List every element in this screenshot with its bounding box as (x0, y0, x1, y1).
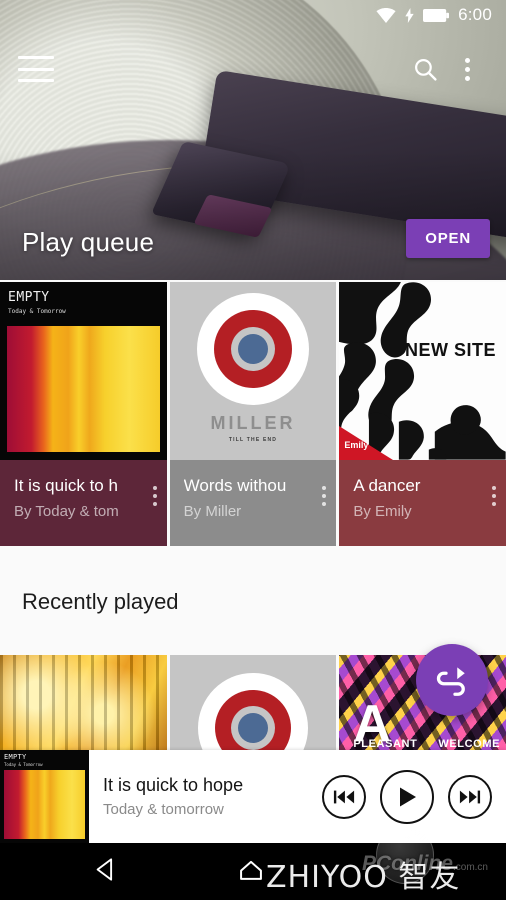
page-title: Play queue (22, 227, 155, 257)
hero-scrim (0, 150, 506, 280)
recent-item[interactable] (169, 655, 337, 750)
card-overflow-button[interactable] (152, 486, 157, 506)
search-button[interactable] (404, 48, 446, 90)
home-icon (240, 860, 262, 880)
artist-corner-tag: Emily (339, 426, 394, 460)
recent-item-label-left: PLEASANT (353, 738, 418, 750)
skip-next-icon (459, 790, 481, 803)
queue-card-row: EMPTY Today & Tomorrow It is quick to h … (0, 282, 506, 546)
card-meta: Words withou By Miller (169, 460, 337, 546)
now-playing-artist: Today & tomorrow (103, 801, 224, 818)
watermark-zhiyoo: ZHIYOO 智友 (266, 860, 461, 895)
album-art-title: EMPTY (8, 290, 50, 305)
card-subtitle: By Today & tom (14, 503, 119, 520)
mini-artwork-title: EMPTY (4, 753, 27, 761)
mini-artwork-bars (4, 770, 85, 839)
album-art-newsite: NEW SITE Emily (339, 282, 506, 460)
kebab-menu-icon (464, 57, 470, 81)
mini-player-info: It is quick to hope Today & tomorrow (89, 775, 322, 818)
shuffle-fab-button[interactable] (416, 644, 488, 716)
app-bar (0, 40, 506, 98)
charging-bolt-icon (405, 7, 414, 23)
now-playing-title: It is quick to hope (103, 775, 244, 795)
section-title: Recently played (22, 589, 179, 614)
artist-corner-tag-label: Emily (344, 440, 369, 450)
bullseye-graphic (197, 293, 309, 405)
shuffle-icon (436, 667, 465, 696)
android-navigation-bar: PConline.com.cn ZHIYOO 智友 (0, 826, 506, 900)
card-overflow-button[interactable] (322, 486, 327, 506)
status-time: 6:00 (458, 5, 492, 24)
recently-played-section-header: Recently played (0, 546, 506, 658)
next-button[interactable] (448, 774, 492, 819)
album-art-label-group: EMPTY Today & Tomorrow (8, 290, 66, 315)
card-overflow-button[interactable] (492, 486, 497, 506)
card-title: Words withou (183, 476, 287, 495)
previous-button[interactable] (322, 774, 366, 819)
mini-artwork-subtitle: Today & Tomorrow (4, 762, 43, 767)
battery-icon (423, 8, 450, 22)
phone-screen: 6:00 Play queue OPEN EMPTY Today & Tomor… (0, 0, 506, 900)
open-button[interactable]: OPEN (406, 219, 490, 258)
card-subtitle: By Emily (353, 503, 412, 520)
album-art-subtitle: Today & Tomorrow (8, 308, 66, 315)
album-art-subtitle: TILL THE END (228, 437, 278, 443)
recent-item[interactable] (0, 655, 167, 750)
card-meta: A dancer By Emily (339, 460, 506, 546)
album-art-empty: EMPTY Today & Tomorrow (0, 282, 167, 460)
play-icon (400, 787, 416, 806)
watermark-pconline: PConline.com.cn (361, 852, 488, 875)
recent-item-label-right: WELCOME (438, 738, 501, 750)
queue-card[interactable]: EMPTY Today & Tomorrow It is quick to h … (0, 282, 167, 546)
search-icon (414, 58, 437, 81)
back-triangle-icon (96, 857, 113, 881)
album-art-title: NEW SITE (405, 340, 497, 360)
card-title: A dancer (353, 476, 421, 495)
transport-controls (322, 769, 506, 824)
status-bar: 6:00 (0, 0, 506, 30)
queue-card[interactable]: NEW SITE Emily A dancer By Emily (339, 282, 506, 546)
home-button[interactable] (237, 855, 265, 888)
play-button[interactable] (380, 769, 434, 824)
mini-player[interactable]: EMPTY Today & Tomorrow It is quick to ho… (0, 750, 506, 843)
album-art-bars (7, 326, 160, 452)
hamburger-menu-icon[interactable] (18, 56, 54, 82)
wifi-icon (376, 7, 396, 23)
mini-player-artwork: EMPTY Today & Tomorrow (0, 750, 89, 843)
card-meta: It is quick to h By Today & tom (0, 460, 167, 546)
skip-previous-icon (333, 790, 355, 803)
back-button[interactable] (92, 856, 119, 888)
queue-card[interactable]: MILLER TILL THE END Words withou By Mill… (169, 282, 337, 546)
overflow-menu-button[interactable] (446, 48, 488, 90)
album-art-miller: MILLER TILL THE END (169, 282, 337, 460)
album-art-title: MILLER (210, 413, 296, 433)
hero-banner: 6:00 Play queue OPEN (0, 0, 506, 280)
card-title: It is quick to h (14, 476, 118, 495)
card-subtitle: By Miller (183, 503, 242, 520)
